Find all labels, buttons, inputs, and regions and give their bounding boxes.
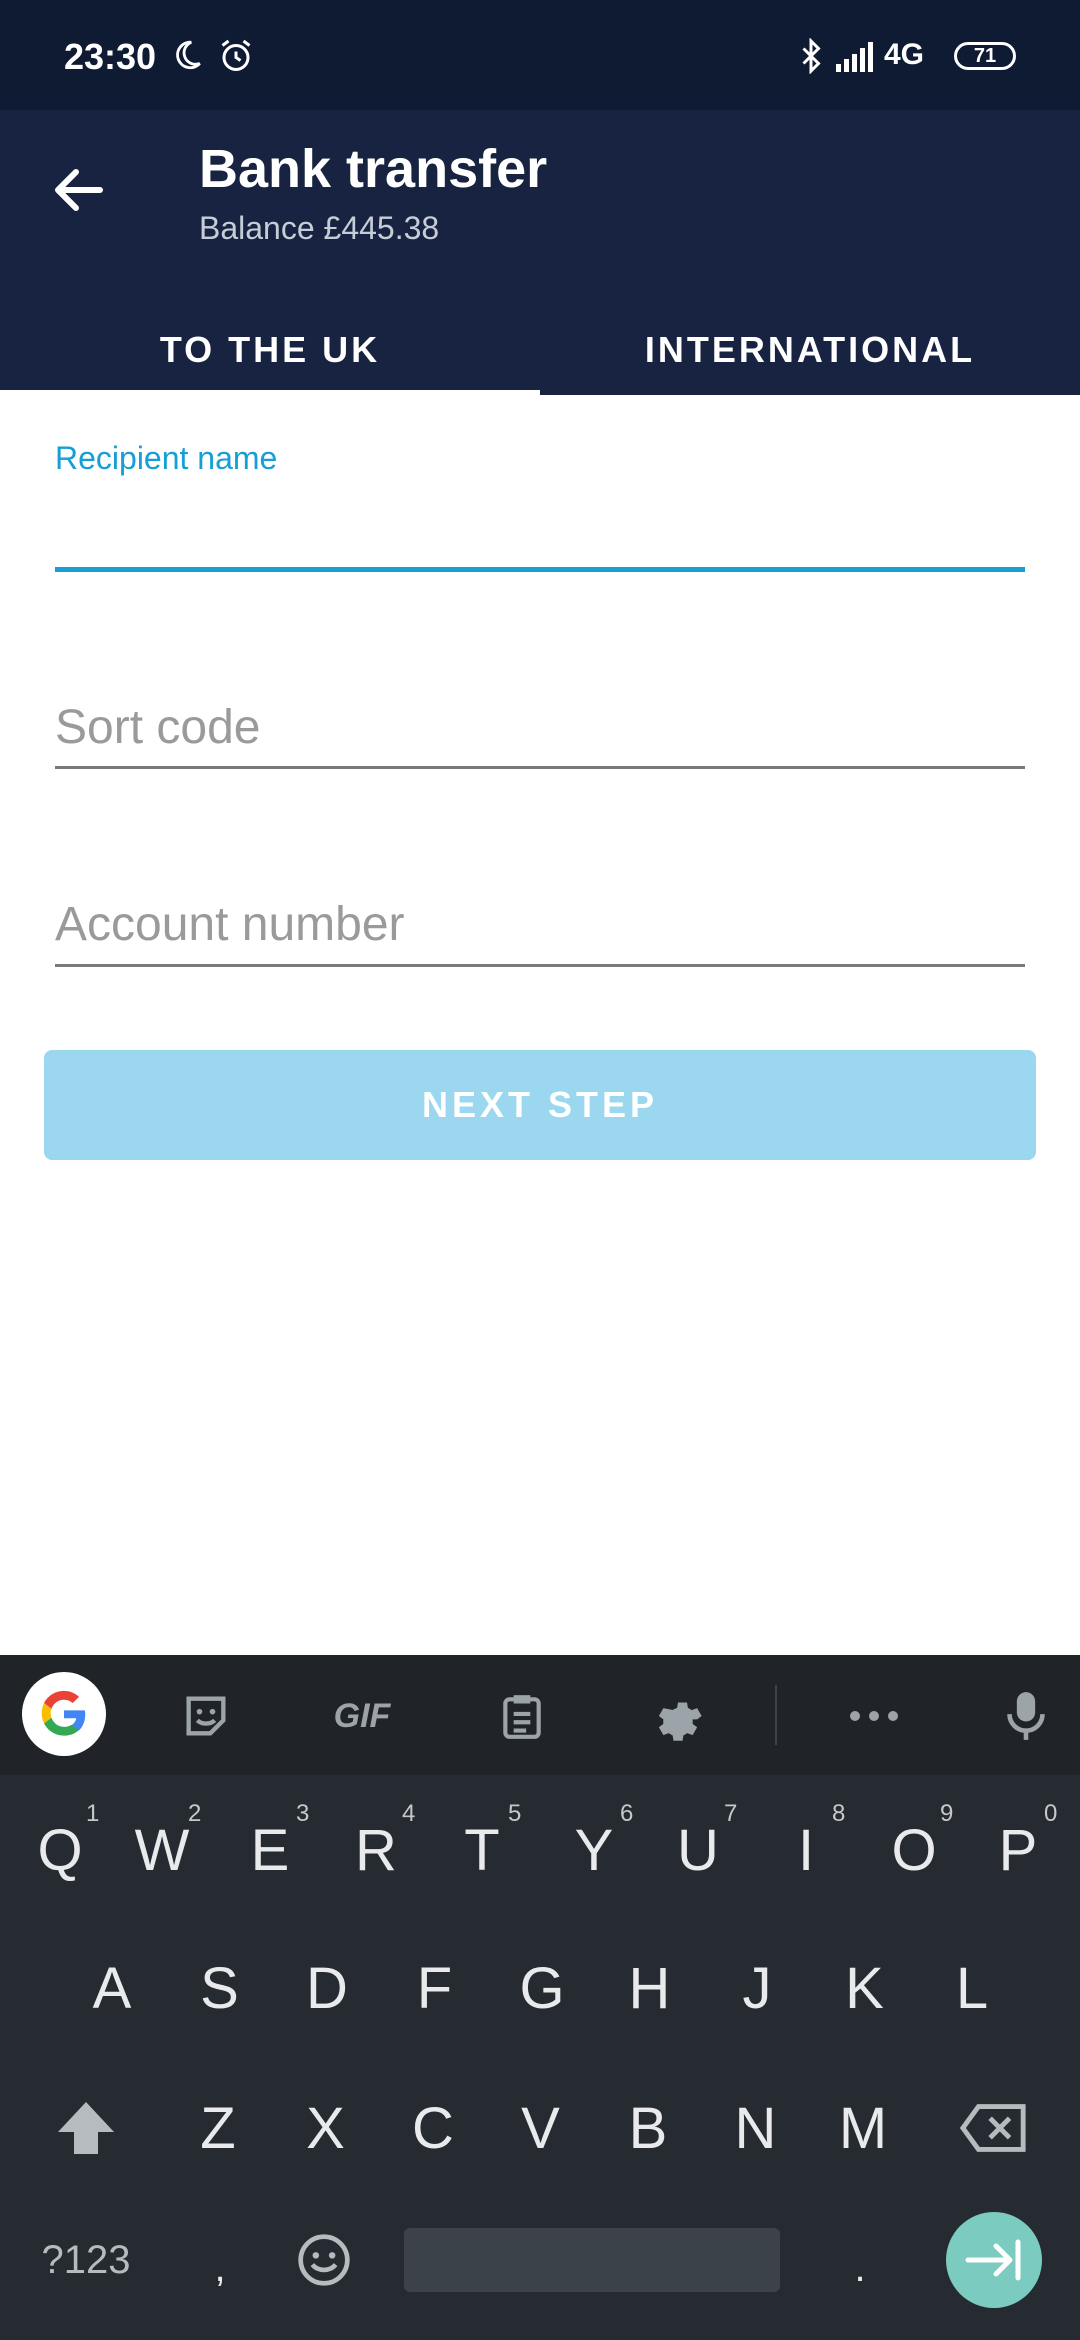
key-k[interactable]: K [815, 1938, 915, 2038]
toolbar-divider [775, 1685, 777, 1745]
symbols-key[interactable]: ?123 [36, 2210, 136, 2310]
clipboard-icon [503, 1695, 541, 1739]
key-b[interactable]: B [598, 2078, 698, 2178]
recipient-name-label: Recipient name [55, 440, 278, 476]
arrow-left-icon [55, 169, 103, 211]
google-icon [41, 1690, 86, 1736]
battery-level: 71 [973, 44, 997, 67]
tab-international[interactable]: INTERNATIONAL [540, 305, 1080, 395]
back-button[interactable] [40, 150, 120, 230]
microphone-icon [1007, 1692, 1045, 1740]
key-d[interactable]: D [277, 1938, 377, 2038]
backspace-key[interactable] [944, 2078, 1044, 2178]
app-bar: Bank transfer Balance £445.38 TO THE UK … [0, 110, 1080, 396]
comma-key[interactable]: , [170, 2218, 270, 2318]
tab-to-the-uk[interactable]: TO THE UK [0, 305, 540, 395]
key-x[interactable]: X [276, 2078, 376, 2178]
key-g[interactable]: G [492, 1938, 592, 2038]
sticker-button[interactable] [174, 1684, 238, 1748]
key-f[interactable]: F [385, 1938, 485, 2038]
tab-arrow-icon [965, 2239, 1021, 2281]
key-hint-0: 0 [1044, 1800, 1058, 1827]
key-a[interactable]: A [62, 1938, 162, 2038]
page-title: Bank transfer [199, 139, 548, 199]
more-options-button[interactable] [842, 1684, 906, 1748]
moon-icon [176, 40, 201, 70]
shift-icon [58, 2102, 114, 2154]
key-hint-6: 6 [620, 1800, 634, 1827]
gif-button[interactable]: GIF [322, 1684, 402, 1748]
key-hint-1: 1 [86, 1800, 100, 1827]
key-v[interactable]: V [491, 2078, 591, 2178]
bluetooth-icon [802, 38, 821, 74]
sort-code-input[interactable]: Sort code [55, 700, 260, 755]
network-type: 4G [884, 38, 925, 71]
more-horizontal-icon [850, 1711, 898, 1721]
balance-text: Balance £445.38 [199, 210, 440, 246]
alarm-icon [221, 39, 251, 71]
key-h[interactable]: H [600, 1938, 700, 2038]
period-key[interactable]: . [810, 2218, 910, 2318]
key-l[interactable]: L [922, 1938, 1022, 2038]
shift-key[interactable] [36, 2078, 136, 2178]
gear-icon [658, 1702, 702, 1741]
key-n[interactable]: N [706, 2078, 806, 2178]
status-bar: 23:30 4G 71 [0, 0, 1080, 110]
next-field-key[interactable] [946, 2212, 1042, 2308]
backspace-icon [959, 2104, 1026, 2152]
sticker-icon [186, 1696, 226, 1736]
microphone-button[interactable] [994, 1684, 1058, 1748]
status-time: 23:30 [64, 36, 157, 77]
settings-button[interactable] [646, 1684, 710, 1748]
emoji-icon [298, 2234, 350, 2286]
account-number-input[interactable]: Account number [55, 897, 405, 952]
key-hint-4: 4 [402, 1800, 416, 1827]
key-c[interactable]: C [383, 2078, 483, 2178]
recipient-name-input[interactable] [55, 490, 1025, 562]
key-hint-5: 5 [508, 1800, 522, 1827]
space-bar[interactable] [404, 2228, 780, 2292]
account-number-underline [55, 964, 1025, 967]
key-hint-2: 2 [188, 1800, 202, 1827]
gif-label: GIF [333, 1696, 391, 1735]
key-hint-7: 7 [724, 1800, 738, 1827]
key-s[interactable]: S [170, 1938, 270, 2038]
battery-icon: 71 [954, 42, 1016, 70]
emoji-key[interactable] [274, 2210, 374, 2310]
sort-code-underline [55, 766, 1025, 769]
key-j[interactable]: J [707, 1938, 807, 2038]
clipboard-button[interactable] [490, 1684, 554, 1748]
recipient-name-underline [55, 567, 1025, 572]
key-hint-3: 3 [296, 1800, 310, 1827]
next-step-button[interactable]: NEXT STEP [44, 1050, 1036, 1160]
key-z[interactable]: Z [168, 2078, 268, 2178]
key-m[interactable]: M [813, 2078, 913, 2178]
signal-icon [836, 42, 873, 72]
google-button[interactable] [22, 1672, 106, 1756]
key-hint-8: 8 [832, 1800, 846, 1827]
active-tab-indicator [0, 390, 540, 396]
key-hint-9: 9 [940, 1800, 954, 1827]
